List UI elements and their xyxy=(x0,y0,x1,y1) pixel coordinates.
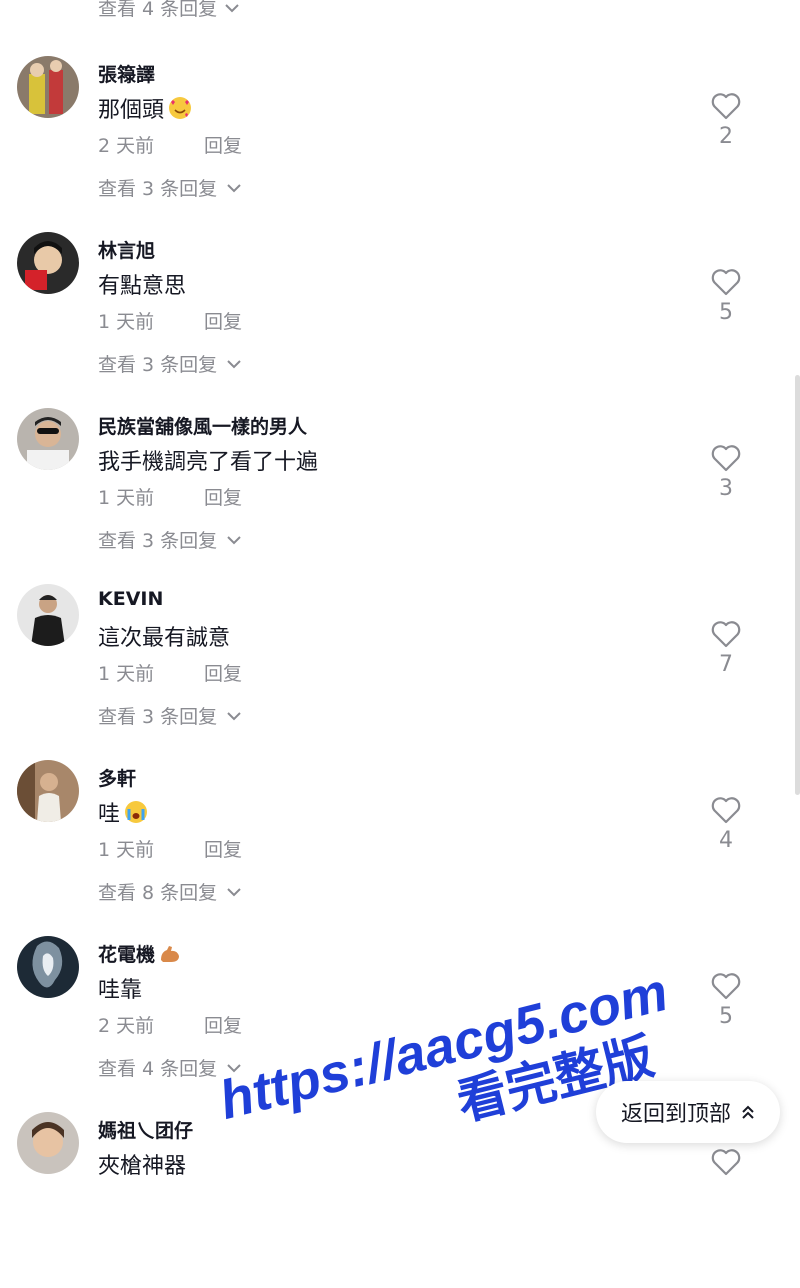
comment-time: 1 天前 xyxy=(98,487,155,509)
comment-meta: 1 天前 回复 xyxy=(98,483,242,510)
chevron-down-icon xyxy=(225,3,239,12)
avatar[interactable] xyxy=(17,584,79,646)
avatar[interactable] xyxy=(17,56,79,118)
comment-time: 1 天前 xyxy=(98,839,155,861)
crying-face-icon xyxy=(125,801,148,823)
scrollbar[interactable] xyxy=(795,375,800,795)
like-button[interactable]: 7 xyxy=(706,620,746,677)
heart-icon xyxy=(711,973,741,1000)
comment-meta: 2 天前 回复 xyxy=(98,131,242,158)
view-replies-link[interactable]: 查看 4 条回复 xyxy=(98,1054,241,1081)
comment-text: 有點意思 xyxy=(98,274,187,299)
comment-username[interactable]: 民族當舖像風一樣的男人 xyxy=(98,412,307,439)
chevron-down-icon xyxy=(227,359,241,368)
comment-text: 哇 xyxy=(98,796,148,828)
view-replies-label: 查看 3 条回复 xyxy=(98,706,218,728)
like-count: 7 xyxy=(719,652,733,677)
chevron-down-icon xyxy=(227,711,241,720)
reply-button[interactable]: 回复 xyxy=(204,307,242,334)
like-count: 5 xyxy=(719,300,733,325)
flexed-biceps-icon xyxy=(161,945,180,962)
comment-item: 林言旭 有點意思 1 天前 回复 查看 3 条回复 5 xyxy=(0,232,800,408)
reply-button[interactable]: 回复 xyxy=(204,131,242,158)
comment-time: 1 天前 xyxy=(98,311,155,333)
heart-icon xyxy=(711,621,741,648)
comment-username[interactable]: 林言旭 xyxy=(98,236,155,263)
comment-item: KEVIN 這次最有誠意 1 天前 回复 查看 3 条回复 7 xyxy=(0,584,800,760)
view-replies-label: 查看 4 条回复 xyxy=(98,0,218,20)
like-count: 3 xyxy=(719,476,733,501)
reply-button[interactable]: 回复 xyxy=(204,659,242,686)
chevron-down-icon xyxy=(227,183,241,192)
comment-item: 民族當舖像風一樣的男人 我手機調亮了看了十遍 1 天前 回复 查看 3 条回复 … xyxy=(0,408,800,584)
comment-time: 2 天前 xyxy=(98,1015,155,1037)
chevron-down-icon xyxy=(227,887,241,896)
like-count: 4 xyxy=(719,828,733,853)
like-button[interactable]: 3 xyxy=(706,444,746,501)
comment-username[interactable]: 張簶譯 xyxy=(98,60,155,87)
comment-meta: 1 天前 回复 xyxy=(98,835,242,862)
comment-text: 夾槍神器 xyxy=(98,1154,187,1179)
view-replies-link[interactable]: 查看 8 条回复 xyxy=(98,878,241,905)
back-to-top-button[interactable]: 返回到顶部 xyxy=(596,1081,780,1143)
comment-time: 2 天前 xyxy=(98,135,155,157)
chevron-down-icon xyxy=(227,1063,241,1072)
heart-icon xyxy=(711,797,741,824)
view-replies-label: 查看 3 条回复 xyxy=(98,530,218,552)
view-replies-label: 查看 4 条回复 xyxy=(98,1058,218,1080)
like-button[interactable]: 5 xyxy=(706,972,746,1029)
view-replies-label: 查看 8 条回复 xyxy=(98,882,218,904)
comment-item: 多軒 哇 1 天前 回复 查看 8 条回复 4 xyxy=(0,760,800,936)
heart-icon xyxy=(711,445,741,472)
comment-meta: 1 天前 回复 xyxy=(98,307,242,334)
reply-button[interactable]: 回复 xyxy=(204,483,242,510)
view-replies-link[interactable]: 查看 3 条回复 xyxy=(98,174,241,201)
like-button[interactable]: 2 xyxy=(706,92,746,149)
comment-item: 張簶譯 那個頭 2 天前 回复 查看 3 条回复 2 xyxy=(0,56,800,232)
like-button[interactable]: 5 xyxy=(706,268,746,325)
avatar[interactable] xyxy=(17,760,79,822)
avatar[interactable] xyxy=(17,408,79,470)
comment-username[interactable]: 媽祖乀团仔 xyxy=(98,1116,193,1143)
reply-button[interactable]: 回复 xyxy=(204,835,242,862)
heart-icon xyxy=(711,269,741,296)
avatar[interactable] xyxy=(17,232,79,294)
comment-text: 我手機調亮了看了十遍 xyxy=(98,450,319,475)
heart-icon xyxy=(711,93,741,120)
like-button[interactable]: 4 xyxy=(706,796,746,853)
comment-username[interactable]: KEVIN xyxy=(98,588,163,610)
view-replies-link[interactable]: 查看 3 条回复 xyxy=(98,350,241,377)
avatar[interactable] xyxy=(17,936,79,998)
comment-meta: 1 天前 回复 xyxy=(98,659,242,686)
view-replies-link[interactable]: 查看 3 条回复 xyxy=(98,702,241,729)
back-to-top-label: 返回到顶部 xyxy=(620,1102,731,1127)
comment-meta: 2 天前 回复 xyxy=(98,1011,242,1038)
double-chevron-up-icon xyxy=(742,1105,754,1119)
comment-time: 1 天前 xyxy=(98,663,155,685)
comment-username[interactable]: 多軒 xyxy=(98,764,136,791)
reply-button[interactable]: 回复 xyxy=(204,1011,242,1038)
like-count: 5 xyxy=(719,1004,733,1029)
comment-text: 哇靠 xyxy=(98,978,143,1003)
view-replies-label: 查看 3 条回复 xyxy=(98,178,218,200)
chevron-down-icon xyxy=(227,535,241,544)
view-replies-link[interactable]: 查看 3 条回复 xyxy=(98,526,241,553)
comment-username[interactable]: 花電機 xyxy=(98,940,181,967)
avatar[interactable] xyxy=(17,1112,79,1174)
comment-text: 那個頭 xyxy=(98,92,192,124)
view-replies-link[interactable]: 查看 4 条回复 xyxy=(98,0,239,21)
view-replies-label: 查看 3 条回复 xyxy=(98,354,218,376)
comment-text: 這次最有誠意 xyxy=(98,626,231,651)
smiling-face-with-hearts-icon xyxy=(169,97,192,119)
like-count: 2 xyxy=(719,124,733,149)
